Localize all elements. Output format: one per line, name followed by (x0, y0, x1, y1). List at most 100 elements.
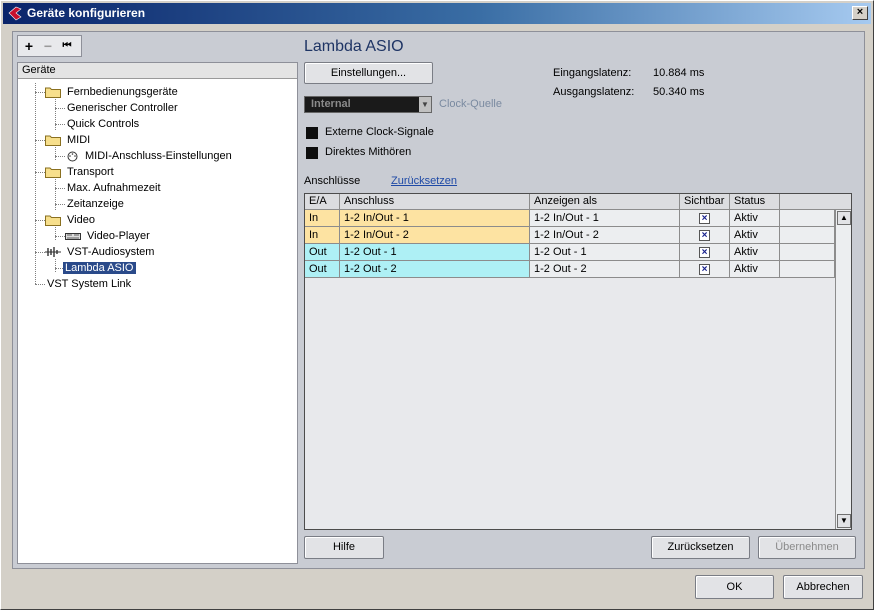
device-tree: Geräte Fernbedienungsgeräte Generischer … (17, 62, 298, 564)
window-title: Geräte konfigurieren (27, 6, 146, 20)
reset-device-button[interactable]: ⏮ (59, 38, 75, 54)
cell-port: 1-2 In/Out - 2 (340, 227, 530, 244)
table-header: E/A Anschluss Anzeigen als Sichtbar Stat… (305, 194, 851, 210)
tree-item-remote-devices[interactable]: Fernbedienungsgeräte (45, 84, 180, 100)
cell-visible: × (680, 261, 730, 278)
scroll-down-button[interactable]: ▼ (837, 514, 851, 528)
cancel-button[interactable]: Abbrechen (783, 575, 863, 599)
cubase-logo-icon (8, 6, 22, 21)
input-latency-label: Eingangslatenz: (553, 67, 632, 79)
tree-item-max-record-time[interactable]: Max. Aufnahmezeit (65, 180, 163, 196)
tree-item-time-display[interactable]: Zeitanzeige (65, 196, 126, 212)
device-config-window: Geräte konfigurieren × + − ⏮ Geräte Fern… (0, 0, 874, 610)
tree-item-label: VST System Link (47, 278, 132, 290)
close-button[interactable]: × (852, 6, 868, 20)
audio-system-icon (45, 247, 61, 257)
ports-reset-link[interactable]: Zurücksetzen (391, 175, 457, 187)
tree-item-video-player[interactable]: Video-Player (65, 228, 152, 244)
tree-item-label: Generischer Controller (67, 102, 178, 114)
scroll-up-button[interactable]: ▲ (837, 211, 851, 225)
table-scrollbar[interactable]: ▲ ▼ (835, 210, 851, 529)
tree-item-label: VST-Audiosystem (67, 246, 155, 258)
cell-status: Aktiv (730, 244, 780, 261)
visible-checkbox[interactable]: × (699, 264, 710, 275)
folder-icon (45, 215, 61, 226)
clock-source-value: Internal (311, 98, 351, 110)
remove-device-button[interactable]: − (40, 38, 56, 54)
ok-button[interactable]: OK (695, 575, 774, 599)
ports-label: Anschlüsse (304, 175, 361, 187)
cell-visible: × (680, 227, 730, 244)
folder-icon (45, 87, 61, 98)
tree-item-generic-controller[interactable]: Generischer Controller (65, 100, 180, 116)
cell-status: Aktiv (730, 227, 780, 244)
tree-item-label: MIDI-Anschluss-Einstellungen (85, 150, 232, 162)
cell-display-as[interactable]: 1-2 Out - 1 (530, 244, 680, 261)
settings-button[interactable]: Einstellungen... (304, 62, 433, 84)
midi-port-icon (67, 151, 78, 162)
reset-button[interactable]: Zurücksetzen (651, 536, 750, 559)
tree-item-quick-controls[interactable]: Quick Controls (65, 116, 141, 132)
visible-checkbox[interactable]: × (699, 247, 710, 258)
cell-visible: × (680, 244, 730, 261)
table-row[interactable]: Out 1-2 Out - 1 1-2 Out - 1 × Aktiv (305, 244, 835, 261)
visible-checkbox[interactable]: × (699, 230, 710, 241)
table-row[interactable]: Out 1-2 Out - 2 1-2 Out - 2 × Aktiv (305, 261, 835, 278)
output-latency-value: 50.340 ms (653, 86, 705, 98)
apply-button[interactable]: Übernehmen (758, 536, 856, 559)
tree-item-vst-system-link[interactable]: VST System Link (45, 276, 133, 292)
video-player-icon (65, 233, 81, 240)
cell-status: Aktiv (730, 210, 780, 227)
tree-item-label: Video-Player (87, 230, 150, 242)
column-header-io[interactable]: E/A (305, 194, 340, 210)
visible-checkbox[interactable]: × (699, 213, 710, 224)
column-header-port[interactable]: Anschluss (340, 194, 530, 210)
folder-icon (45, 167, 61, 178)
tree-toolbar: + − ⏮ (17, 35, 82, 57)
cell-display-as[interactable]: 1-2 In/Out - 2 (530, 227, 680, 244)
cell-port: 1-2 Out - 1 (340, 244, 530, 261)
cell-io: In (305, 227, 340, 244)
tree-item-vst-audio-system[interactable]: VST-Audiosystem (45, 244, 156, 260)
tree-item-label: MIDI (67, 134, 91, 146)
column-header-visible[interactable]: Sichtbar (680, 194, 730, 210)
ports-table: E/A Anschluss Anzeigen als Sichtbar Stat… (304, 193, 852, 530)
page-title: Lambda ASIO (304, 38, 404, 55)
column-header-status[interactable]: Status (730, 194, 780, 210)
tree-item-label: Transport (67, 166, 114, 178)
clock-source-select[interactable]: Internal ▼ (304, 96, 432, 113)
cell-display-as[interactable]: 1-2 Out - 2 (530, 261, 680, 278)
external-clock-checkbox[interactable] (306, 127, 318, 139)
tree-item-label: Zeitanzeige (67, 198, 124, 210)
clock-source-label: Clock-Quelle (439, 98, 502, 110)
title-bar[interactable]: Geräte konfigurieren × (3, 3, 871, 24)
tree-item-label: Max. Aufnahmezeit (67, 182, 161, 194)
cell-display-as[interactable]: 1-2 In/Out - 1 (530, 210, 680, 227)
tree-item-label: Fernbedienungsgeräte (67, 86, 178, 98)
cell-port: 1-2 In/Out - 1 (340, 210, 530, 227)
help-button[interactable]: Hilfe (304, 536, 384, 559)
direct-monitoring-label: Direktes Mithören (325, 146, 412, 158)
external-clock-label: Externe Clock-Signale (325, 126, 434, 138)
tree-item-label: Lambda ASIO (63, 262, 136, 274)
tree-item-midi-port-settings[interactable]: MIDI-Anschluss-Einstellungen (67, 148, 234, 164)
direct-monitoring-checkbox[interactable] (306, 147, 318, 159)
add-device-button[interactable]: + (21, 38, 37, 54)
tree-header: Geräte (18, 63, 297, 79)
tree-item-midi[interactable]: MIDI (45, 132, 92, 148)
input-latency-value: 10.884 ms (653, 67, 705, 79)
tree-item-lambda-asio[interactable]: Lambda ASIO (63, 260, 136, 276)
chevron-down-icon: ▼ (419, 97, 431, 112)
tree-item-transport[interactable]: Transport (45, 164, 116, 180)
cell-status: Aktiv (730, 261, 780, 278)
cell-io: In (305, 210, 340, 227)
cell-io: Out (305, 244, 340, 261)
output-latency-label: Ausgangslatenz: (553, 86, 635, 98)
folder-icon (45, 135, 61, 146)
table-row[interactable]: In 1-2 In/Out - 2 1-2 In/Out - 2 × Aktiv (305, 227, 835, 244)
table-row[interactable]: In 1-2 In/Out - 1 1-2 In/Out - 1 × Aktiv (305, 210, 835, 227)
column-header-display-as[interactable]: Anzeigen als (530, 194, 680, 210)
tree-item-label: Quick Controls (67, 118, 140, 130)
cell-io: Out (305, 261, 340, 278)
tree-item-video[interactable]: Video (45, 212, 97, 228)
